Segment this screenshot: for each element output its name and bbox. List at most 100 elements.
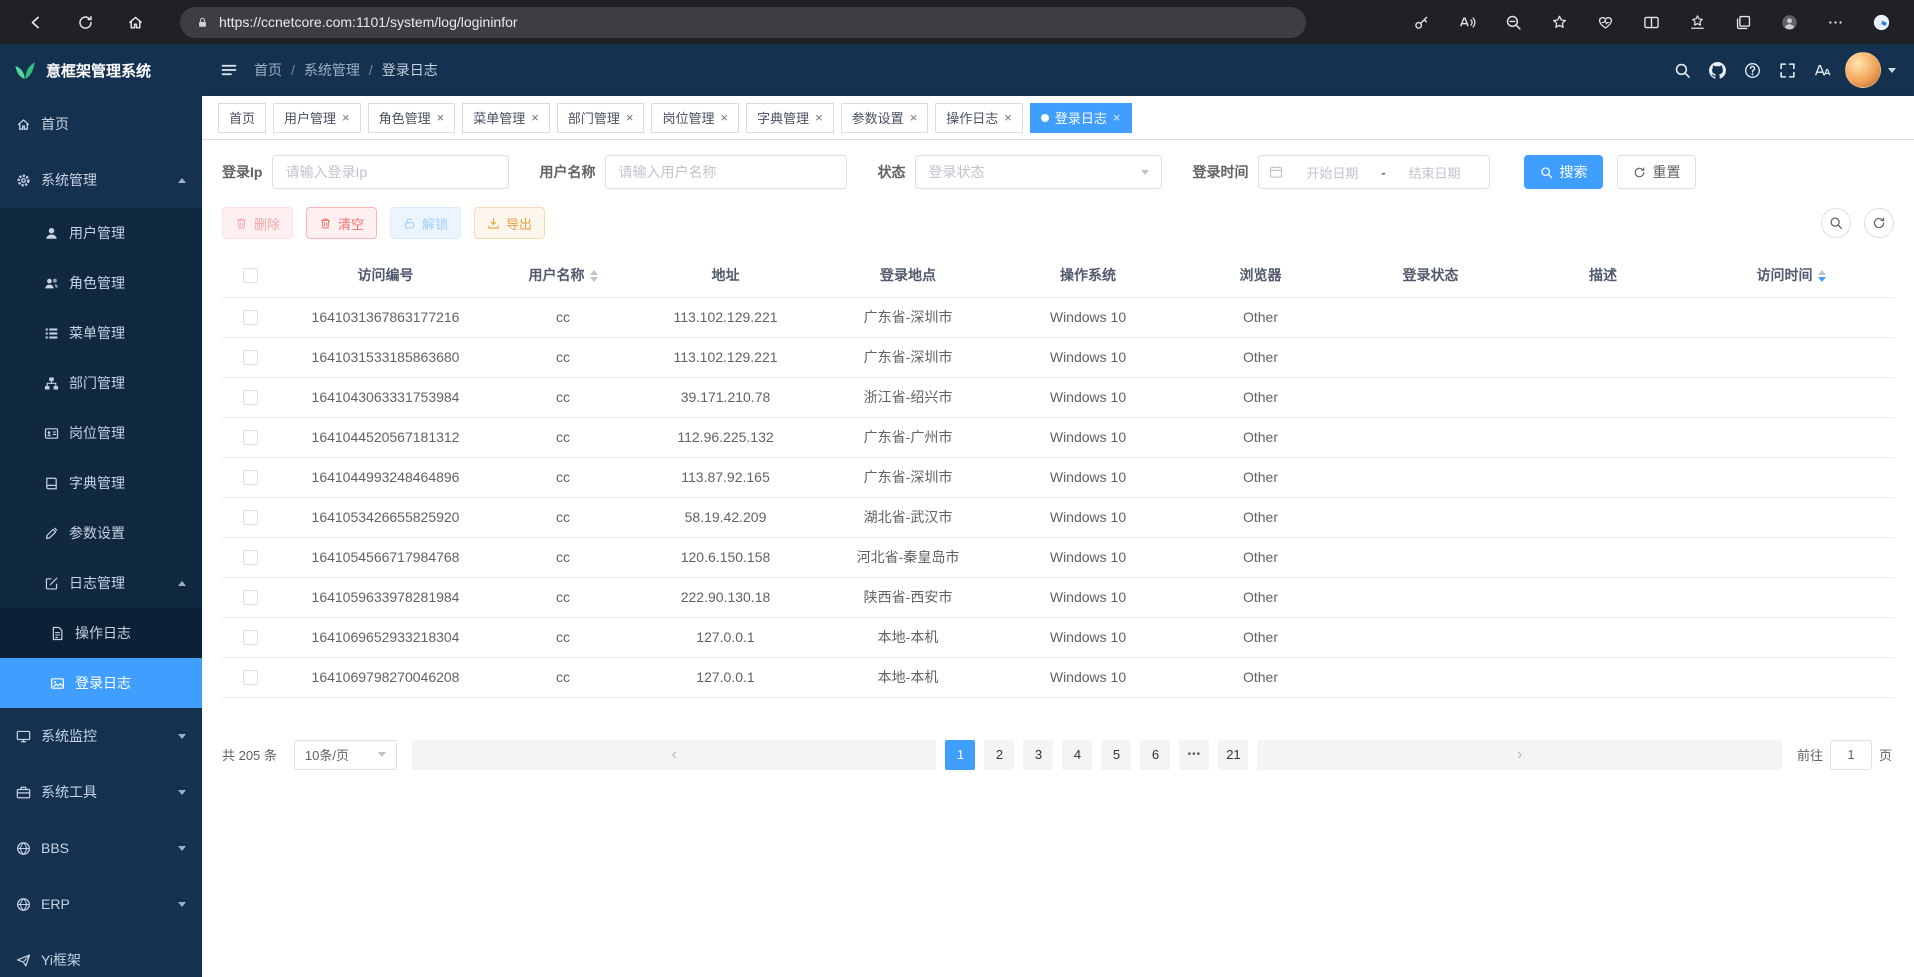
row-checkbox[interactable] (243, 350, 258, 365)
sidebar-item-system-monitor[interactable]: 系统监控 (0, 708, 202, 764)
sidebar-item-log-management[interactable]: 日志管理 (0, 558, 202, 608)
fullscreen-icon[interactable] (1779, 62, 1796, 79)
favorites-add-icon[interactable] (1540, 5, 1578, 39)
split-screen-icon[interactable] (1632, 5, 1670, 39)
row-checkbox[interactable] (243, 630, 258, 645)
sidebar-item-system-management[interactable]: 系统管理 (0, 152, 202, 208)
tab-post-management[interactable]: 岗位管理× (651, 103, 739, 133)
close-icon[interactable]: × (720, 111, 728, 124)
sidebar-item-yi-framework[interactable]: Yi框架 (0, 932, 202, 977)
unlock-button[interactable]: 解锁 (390, 207, 461, 239)
login-time-range-picker[interactable]: 开始日期 - 结束日期 (1258, 155, 1490, 189)
address-bar[interactable]: https://ccnetcore.com:1101/system/log/lo… (180, 7, 1306, 38)
refresh-table-button[interactable] (1864, 208, 1894, 238)
row-checkbox[interactable] (243, 390, 258, 405)
tab-login-log[interactable]: 登录日志× (1030, 103, 1132, 133)
user-menu[interactable] (1845, 52, 1896, 88)
back-icon[interactable] (16, 5, 54, 39)
tab-param-settings[interactable]: 参数设置× (841, 103, 929, 133)
login-status-select[interactable]: 登录状态 (915, 155, 1162, 189)
prev-page-button[interactable]: ‹ (412, 740, 937, 770)
reset-button[interactable]: 重置 (1617, 155, 1696, 189)
help-icon[interactable] (1744, 62, 1761, 79)
github-icon[interactable] (1709, 62, 1726, 79)
page-size-select[interactable]: 10条/页 (294, 740, 397, 770)
sidebar-item-bbs[interactable]: BBS (0, 820, 202, 876)
tab-dept-management[interactable]: 部门管理× (557, 103, 645, 133)
row-checkbox[interactable] (243, 310, 258, 325)
row-checkbox[interactable] (243, 430, 258, 445)
breadcrumb-home[interactable]: 首页 (254, 60, 282, 80)
tab-menu-management[interactable]: 菜单管理× (462, 103, 550, 133)
row-checkbox[interactable] (243, 470, 258, 485)
row-checkbox[interactable] (243, 550, 258, 565)
close-icon[interactable]: × (437, 111, 445, 124)
sidebar-item-login-log[interactable]: 登录日志 (0, 658, 202, 708)
tab-dict-management[interactable]: 字典管理× (746, 103, 834, 133)
row-checkbox[interactable] (243, 670, 258, 685)
page-1-button[interactable]: 1 (945, 740, 975, 770)
sidebar-item-menu-management[interactable]: 菜单管理 (0, 308, 202, 358)
toggle-search-button[interactable] (1821, 208, 1851, 238)
browser-essentials-icon[interactable] (1586, 5, 1624, 39)
home-icon[interactable] (116, 5, 154, 39)
export-button[interactable]: 导出 (474, 207, 545, 239)
search-button[interactable]: 搜索 (1524, 155, 1603, 189)
column-header[interactable]: 用户名称 (493, 253, 633, 297)
close-icon[interactable]: × (815, 111, 823, 124)
sidebar-item-erp[interactable]: ERP (0, 876, 202, 932)
select-all-checkbox[interactable] (243, 268, 258, 283)
close-icon[interactable]: × (531, 111, 539, 124)
sidebar-item-home[interactable]: 首页 (0, 96, 202, 152)
close-icon[interactable]: × (910, 111, 918, 124)
clear-button[interactable]: 清空 (306, 207, 377, 239)
sidebar-item-param-settings[interactable]: 参数设置 (0, 508, 202, 558)
table-cell: 1641031533185863680 (278, 337, 493, 377)
next-page-button[interactable]: › (1257, 740, 1782, 770)
delete-button[interactable]: 删除 (222, 207, 293, 239)
goto-page-input[interactable] (1830, 740, 1872, 770)
sidebar-item-system-tools[interactable]: 系统工具 (0, 764, 202, 820)
tab-home[interactable]: 首页 (218, 103, 266, 133)
more-pages-button[interactable]: ••• (1179, 740, 1209, 770)
username-input[interactable] (605, 155, 847, 189)
close-icon[interactable]: × (342, 111, 350, 124)
sidebar-item-dept-management[interactable]: 部门管理 (0, 358, 202, 408)
tab-operation-log[interactable]: 操作日志× (935, 103, 1023, 133)
menu-fold-icon[interactable] (220, 61, 238, 79)
column-header[interactable]: 访问时间 (1688, 253, 1894, 297)
page-3-button[interactable]: 3 (1023, 740, 1053, 770)
settings-menu-icon[interactable] (1816, 5, 1854, 39)
page-2-button[interactable]: 2 (984, 740, 1014, 770)
tab-role-management[interactable]: 角色管理× (368, 103, 456, 133)
close-icon[interactable]: × (1113, 111, 1121, 124)
login-ip-input[interactable] (272, 155, 509, 189)
avatar[interactable] (1845, 52, 1881, 88)
zoom-out-icon[interactable] (1494, 5, 1532, 39)
tab-user-management[interactable]: 用户管理× (273, 103, 361, 133)
row-checkbox[interactable] (243, 590, 258, 605)
key-icon[interactable] (1402, 5, 1440, 39)
table-cell: 湖北省-武汉市 (818, 497, 998, 537)
close-icon[interactable]: × (626, 111, 634, 124)
read-aloud-icon[interactable] (1448, 5, 1486, 39)
sidebar-item-post-management[interactable]: 岗位管理 (0, 408, 202, 458)
bing-icon[interactable] (1862, 5, 1900, 39)
refresh-icon[interactable] (66, 5, 104, 39)
page-5-button[interactable]: 5 (1101, 740, 1131, 770)
collections-icon[interactable] (1724, 5, 1762, 39)
font-size-icon[interactable] (1814, 62, 1831, 79)
sidebar-item-operation-log[interactable]: 操作日志 (0, 608, 202, 658)
close-icon[interactable]: × (1004, 111, 1012, 124)
breadcrumb-system[interactable]: 系统管理 (304, 60, 360, 80)
sidebar-item-role-management[interactable]: 角色管理 (0, 258, 202, 308)
search-icon[interactable] (1674, 62, 1691, 79)
page-4-button[interactable]: 4 (1062, 740, 1092, 770)
favorites-bar-icon[interactable] (1678, 5, 1716, 39)
page-6-button[interactable]: 6 (1140, 740, 1170, 770)
profile-icon[interactable] (1770, 5, 1808, 39)
page-21-button[interactable]: 21 (1218, 740, 1248, 770)
row-checkbox[interactable] (243, 510, 258, 525)
sidebar-item-user-management[interactable]: 用户管理 (0, 208, 202, 258)
sidebar-item-dict-management[interactable]: 字典管理 (0, 458, 202, 508)
